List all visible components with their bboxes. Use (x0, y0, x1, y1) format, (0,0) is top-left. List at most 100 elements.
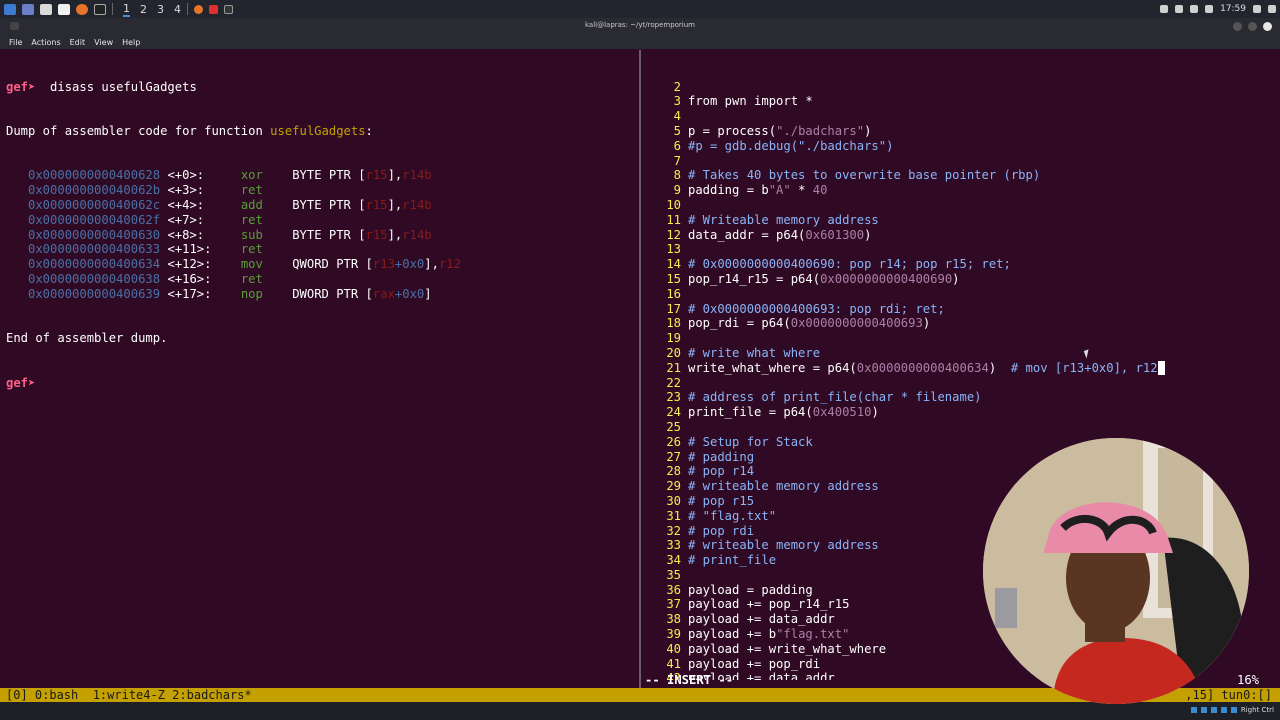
code-segment: # "flag.txt" (688, 508, 777, 523)
code-segment: 0x0000000000400693 (790, 316, 923, 331)
gdb-pane[interactable]: gef➤ disass usefulGadgets Dump of assemb… (6, 50, 636, 680)
clock[interactable]: 17:59 (1220, 4, 1246, 14)
code-segment: payload += pop_rdi (688, 656, 821, 671)
maximize-icon[interactable] (1248, 22, 1257, 31)
code-segment: # pop r15 (688, 493, 755, 508)
close-icon[interactable] (1263, 22, 1272, 31)
line-number: 17 (666, 301, 681, 316)
asm-operand: r14b (402, 168, 432, 183)
pane-divider[interactable] (639, 50, 641, 690)
kali-menu-icon[interactable] (4, 3, 16, 15)
code-line: 5 p = process("./badchars") (645, 124, 1280, 139)
code-segment: "A" (768, 183, 791, 198)
code-line: 17 # 0x0000000000400693: pop rdi; ret; (645, 302, 1280, 317)
code-segment: payload += pop_r14_r15 (688, 597, 850, 612)
tmux-right-status: ,15] tun0:[] (1185, 688, 1272, 702)
notification-bell-icon[interactable] (1190, 5, 1199, 13)
line-number: 31 (666, 508, 681, 523)
line-number: 12 (666, 227, 681, 242)
line-number: 9 (673, 183, 681, 198)
app-icon-terminal[interactable] (224, 4, 233, 14)
lock-icon[interactable] (1253, 5, 1261, 13)
code-segment: #p = gdb.debug("./badchars") (688, 138, 894, 153)
code-segment: ) (988, 360, 1011, 375)
code-line: 14 # 0x0000000000400690: pop r14; pop r15… (645, 257, 1280, 272)
line-number: 18 (666, 316, 681, 331)
vim-scroll-percent: 16% (1237, 673, 1260, 687)
menu-file[interactable]: File (9, 38, 22, 47)
asm-operand: ], (424, 257, 439, 272)
code-segment: * (790, 183, 813, 198)
asm-offset: <+0>: (167, 168, 241, 183)
code-segment: # mov [r13+0x0], r12 (1010, 360, 1158, 375)
vm-status-icon (1220, 707, 1227, 713)
workspace-3[interactable]: 3 (157, 3, 164, 16)
code-segment: "flag.txt" (776, 627, 850, 642)
battery-icon[interactable] (1205, 5, 1214, 13)
firefox-icon[interactable] (76, 3, 88, 15)
code-line: 13 (645, 242, 1280, 257)
code-segment: # pop rdi (688, 523, 755, 538)
asm-operand: QWORD PTR [ (292, 257, 373, 272)
asm-offset: <+3>: (167, 183, 241, 198)
menu-actions[interactable]: Actions (31, 38, 60, 47)
line-number: 28 (666, 464, 681, 479)
workspace-1[interactable]: 1 (123, 2, 130, 17)
system-tray: 17:59 (1160, 0, 1276, 18)
workspace-4[interactable]: 4 (174, 3, 181, 16)
code-segment: # Setup for Stack (688, 434, 813, 449)
code-segment: p = process( (688, 123, 777, 138)
asm-operand: rax (372, 286, 395, 301)
line-number: 24 (666, 405, 681, 420)
menu-help[interactable]: Help (122, 38, 140, 47)
desktop-icon[interactable] (22, 3, 34, 15)
code-segment: "./badchars" (776, 123, 865, 138)
menu-bar: File Actions Edit View Help (0, 35, 1280, 49)
terminal-icon[interactable] (94, 3, 106, 15)
line-number: 15 (666, 271, 681, 286)
code-segment: ) (952, 271, 960, 286)
menu-edit[interactable]: Edit (70, 38, 86, 47)
app-icon-firefox[interactable] (194, 4, 203, 14)
code-line: 15 pop_r14_r15 = p64(0x0000000000400690) (645, 272, 1280, 287)
asm-operand: BYTE PTR [ (292, 168, 366, 183)
asm-operand: +0x0 (394, 257, 425, 272)
bottom-vm-bar: Right Ctrl (0, 702, 1280, 720)
asm-opcode: ret (240, 242, 293, 257)
asm-opcode: ret (240, 212, 293, 227)
window-titlebar[interactable]: kali@lapras: ~/yt/ropemporium (0, 18, 1280, 35)
asm-opcode: nop (240, 286, 293, 301)
app-icon-video[interactable] (209, 4, 218, 14)
asm-address: 0x000000000040062f (6, 212, 168, 227)
taskbar-separator (187, 3, 188, 15)
minimize-icon[interactable] (1233, 22, 1242, 31)
dump-end: End of assembler dump. (6, 331, 168, 346)
code-segment: # 0x0000000000400690: pop r14; pop r15; … (688, 257, 1011, 272)
asm-operand: r15 (365, 168, 388, 183)
asm-offset: <+4>: (167, 197, 241, 212)
files-icon[interactable] (40, 3, 52, 15)
window-title: kali@lapras: ~/yt/ropemporium (584, 21, 696, 29)
code-line: 7 (645, 154, 1280, 169)
dump-header-text: Dump of assembler code for function (6, 123, 271, 138)
asm-operand: DWORD PTR [ (292, 286, 373, 301)
power-icon[interactable] (1268, 5, 1276, 13)
asm-offset: <+17>: (167, 286, 241, 301)
code-line: 16 (645, 287, 1280, 302)
tmux-windows[interactable]: [0] 0:bash 1:write4-Z 2:badchars* (6, 688, 252, 702)
display-icon[interactable] (1160, 5, 1169, 13)
code-segment: # Takes 40 bytes to overwrite base point… (688, 168, 1041, 183)
line-number: 4 (673, 109, 681, 124)
line-number: 25 (666, 419, 681, 434)
menu-view[interactable]: View (94, 38, 113, 47)
network-icon[interactable] (1175, 5, 1184, 13)
code-line: 9 padding = b"A" * 40 (645, 183, 1280, 198)
workspace-2[interactable]: 2 (140, 3, 147, 16)
line-number: 21 (666, 360, 681, 375)
code-segment: # pop r14 (688, 464, 755, 479)
line-number: 26 (666, 434, 681, 449)
asm-opcode: xor (240, 168, 293, 183)
asm-offset: <+7>: (167, 212, 241, 227)
text-editor-icon[interactable] (58, 3, 70, 15)
gdb-final-prompt-line: gef➤ (6, 376, 636, 391)
